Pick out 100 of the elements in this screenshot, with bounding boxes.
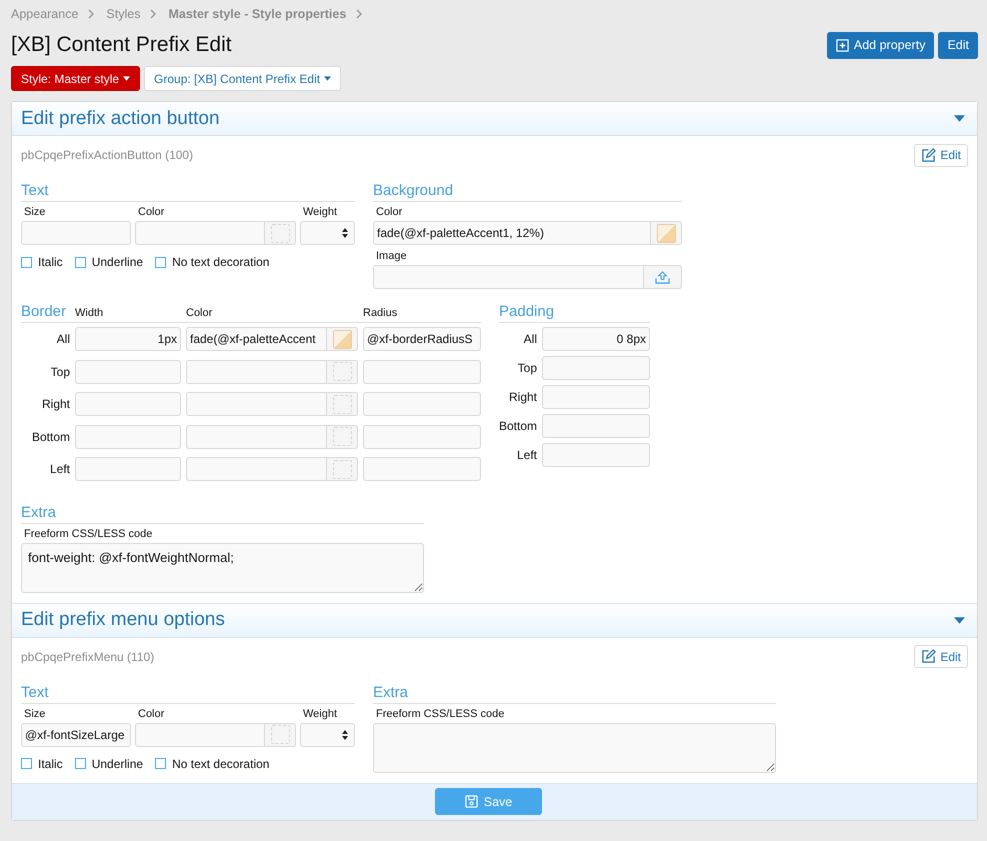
checkbox[interactable]	[155, 758, 166, 769]
caret-icon	[954, 616, 965, 624]
code-field[interactable]	[373, 722, 776, 772]
input-field[interactable]	[135, 221, 265, 245]
column-label: Width	[75, 307, 104, 320]
input-field[interactable]	[21, 221, 131, 245]
color-swatch[interactable]	[264, 722, 296, 746]
breadcrumb-link[interactable]: Appearance	[11, 7, 78, 21]
input-field[interactable]	[542, 414, 650, 438]
checkbox-label: No text decoration	[172, 255, 270, 269]
page-title: [XB] Content Prefix Edit	[11, 33, 232, 57]
input-field[interactable]	[75, 457, 181, 481]
input-field[interactable]	[135, 722, 265, 746]
input-field[interactable]	[363, 392, 481, 416]
group-heading: Padding	[499, 303, 650, 323]
checkbox[interactable]	[74, 758, 86, 769]
add-property-button[interactable]: Add property	[826, 32, 934, 58]
color-swatch[interactable]	[264, 221, 296, 245]
input-field[interactable]	[75, 360, 181, 384]
color-swatch[interactable]	[326, 327, 358, 351]
caret-icon	[954, 115, 965, 122]
pencil-square-icon	[921, 148, 936, 162]
weight-select[interactable]	[300, 722, 355, 746]
color-swatch[interactable]	[326, 392, 358, 416]
checkbox-label: Italic	[38, 255, 63, 269]
chevron-icon	[356, 9, 362, 19]
breadcrumb-link[interactable]: Master style - Style properties	[168, 7, 346, 21]
input-field[interactable]	[75, 392, 181, 416]
field-label: Weight	[302, 206, 338, 218]
input-field[interactable]: @xf-fontSizeLarge	[21, 722, 131, 746]
plus-square-icon	[836, 38, 849, 52]
field-label: Image	[375, 250, 408, 262]
upload-button[interactable]	[643, 265, 682, 289]
field-label: Size	[23, 206, 46, 218]
save-button[interactable]: Save	[435, 788, 542, 815]
up-down-caret-icon	[342, 730, 348, 740]
input-field[interactable]	[542, 443, 650, 467]
checkbox[interactable]	[74, 256, 86, 268]
edit-button[interactable]: Edit	[938, 32, 978, 58]
up-down-caret-icon	[342, 228, 348, 238]
group-heading: Text	[21, 182, 355, 202]
input-field[interactable]: @xf-borderRadiusS	[363, 327, 481, 351]
group-heading: Border	[21, 303, 68, 320]
edit-button[interactable]: Edit	[914, 144, 968, 166]
checkbox-label: Underline	[92, 756, 144, 770]
field-label: Weight	[302, 708, 338, 720]
field-label: Freeform CSS/LESS code	[375, 708, 506, 720]
input-field[interactable]: fade(@xf-paletteAccent1, 12%)	[373, 221, 651, 245]
color-swatch[interactable]	[326, 457, 358, 481]
field-label: Color	[137, 708, 166, 720]
input-field[interactable]	[363, 360, 481, 384]
side-label: All	[522, 332, 537, 346]
side-label: Left	[48, 462, 70, 476]
color-swatch[interactable]	[326, 424, 358, 448]
input-field[interactable]	[363, 457, 481, 481]
field-label: Size	[23, 708, 46, 720]
side-label: Right	[40, 397, 70, 411]
filter-dropdown[interactable]: Group: [XB] Content Prefix Edit	[144, 66, 342, 91]
checkbox-label: Underline	[92, 255, 144, 269]
checkbox-label: No text decoration	[172, 756, 270, 770]
group-heading: Extra	[21, 504, 424, 524]
input-field[interactable]	[542, 385, 650, 409]
input-field[interactable]: fade(@xf-paletteAccent	[186, 327, 327, 351]
field-label: Color	[375, 206, 404, 218]
input-field[interactable]	[186, 457, 327, 481]
column-label: Color	[186, 307, 214, 320]
group-heading: Text	[21, 684, 355, 704]
section-header[interactable]: Edit prefix menu options	[12, 602, 977, 638]
input-field[interactable]	[75, 424, 181, 448]
checkbox[interactable]	[21, 758, 32, 769]
code-field[interactable]: font-weight: @xf-fontWeightNormal;	[21, 542, 424, 592]
input-field[interactable]	[363, 424, 481, 448]
side-label: All	[56, 332, 70, 346]
property-name: pbCpqePrefixMenu (110)	[21, 650, 154, 664]
checkbox-label: Italic	[38, 756, 63, 770]
edit-button[interactable]: Edit	[914, 645, 968, 668]
input-field[interactable]	[186, 360, 327, 384]
pencil-square-icon	[921, 649, 936, 664]
weight-select[interactable]	[300, 221, 355, 245]
checkbox[interactable]	[21, 256, 32, 268]
chevron-icon	[150, 9, 156, 19]
checkbox[interactable]	[155, 256, 166, 268]
filter-dropdown[interactable]: Style: Master style	[11, 66, 140, 91]
input-field[interactable]: 0 8px	[542, 327, 650, 351]
input-field[interactable]: 1px	[75, 327, 181, 351]
side-label: Bottom	[30, 430, 70, 444]
side-label: Bottom	[499, 419, 537, 433]
group-heading: Background	[373, 182, 682, 202]
input-field[interactable]	[373, 265, 644, 289]
chevron-icon	[88, 9, 94, 19]
side-label: Top	[516, 361, 537, 375]
input-field[interactable]	[542, 356, 650, 380]
section-header[interactable]: Edit prefix action button	[12, 102, 977, 136]
group-heading: Extra	[373, 684, 776, 704]
color-swatch[interactable]	[650, 221, 682, 245]
input-field[interactable]	[186, 392, 327, 416]
caret-icon	[123, 76, 130, 81]
input-field[interactable]	[186, 424, 327, 448]
breadcrumb-link[interactable]: Styles	[106, 7, 140, 21]
color-swatch[interactable]	[326, 360, 358, 384]
